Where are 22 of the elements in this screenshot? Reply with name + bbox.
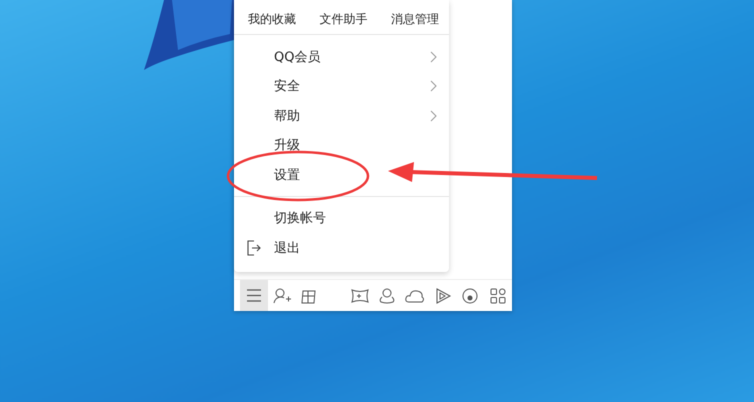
chevron-right-icon [430,110,437,122]
person-plus-icon [272,288,291,304]
menu-item[interactable]: 退出 [234,233,449,262]
quick-link[interactable]: 文件助手 [320,11,368,28]
menu-item[interactable]: QQ会员 [234,42,449,72]
menu-button[interactable] [240,280,268,311]
menu-item[interactable]: 安全 [234,72,449,101]
menu-item[interactable]: 升级 [234,130,449,160]
chevron-right-icon [430,50,437,63]
menu-icon [246,289,261,302]
quick-link[interactable]: 消息管理 [391,11,439,28]
cloud-icon [405,288,426,304]
menu-item[interactable]: 设置 [234,160,449,190]
quick-link[interactable]: 我的收藏 [248,11,296,28]
chevron-right-icon [430,80,437,92]
music-disc-icon [461,288,480,304]
gamepad-icon [350,288,369,304]
exit-icon [247,240,261,256]
menu-item[interactable]: 帮助 [234,101,449,130]
menu-item[interactable]: 切换帐号 [234,204,449,233]
grid-icon [490,288,506,304]
play-icon [434,288,452,304]
